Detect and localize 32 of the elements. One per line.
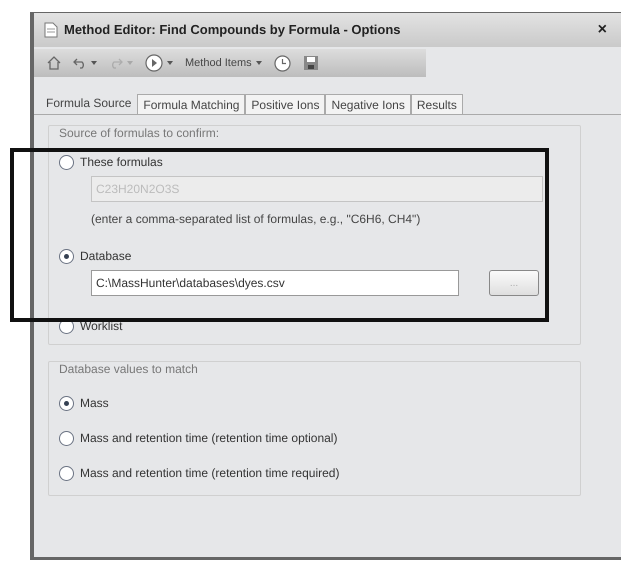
close-button[interactable]: × bbox=[594, 18, 611, 42]
redo-icon bbox=[109, 57, 123, 69]
group-title: Source of formulas to confirm: bbox=[59, 125, 220, 142]
window-title: Method Editor: Find Compounds by Formula - Options bbox=[64, 21, 402, 40]
caret-icon bbox=[167, 61, 173, 65]
undo-icon bbox=[73, 57, 87, 69]
caret-icon bbox=[256, 61, 262, 65]
group-title: Database values to match bbox=[59, 361, 199, 378]
play-icon bbox=[145, 54, 163, 72]
hint-text: (enter a comma-separated list of formulas, e.g., "C6H6, CH4") bbox=[90, 211, 422, 228]
path-input[interactable]: C:\MassHunter\databases\dyes.csv bbox=[91, 270, 459, 296]
caret-icon bbox=[127, 61, 133, 65]
radio-label: Worklist bbox=[80, 318, 122, 335]
tab[interactable]: Positive Ions bbox=[245, 94, 326, 114]
home-icon bbox=[47, 56, 61, 70]
radio-button[interactable] bbox=[59, 430, 74, 446]
tab[interactable]: Negative Ions bbox=[325, 94, 411, 114]
radio-label: Mass bbox=[80, 395, 109, 412]
radio-label: These formulas bbox=[80, 154, 163, 171]
radio-button[interactable] bbox=[59, 248, 74, 264]
caret-icon bbox=[91, 61, 97, 65]
document-icon bbox=[44, 22, 58, 38]
radio-label: Mass and retention time (retention time required) bbox=[80, 465, 340, 482]
tab[interactable]: Formula Matching bbox=[137, 94, 246, 114]
tab[interactable]: Results bbox=[410, 94, 463, 114]
radio-label: Mass and retention time (retention time optional) bbox=[80, 430, 338, 447]
save-icon bbox=[302, 55, 319, 71]
radio-label: Database bbox=[80, 248, 132, 265]
menu-button[interactable]: Method Items bbox=[182, 52, 265, 74]
clock-icon bbox=[274, 54, 291, 72]
radio-button[interactable] bbox=[59, 466, 74, 480]
radio-button[interactable] bbox=[59, 396, 74, 410]
